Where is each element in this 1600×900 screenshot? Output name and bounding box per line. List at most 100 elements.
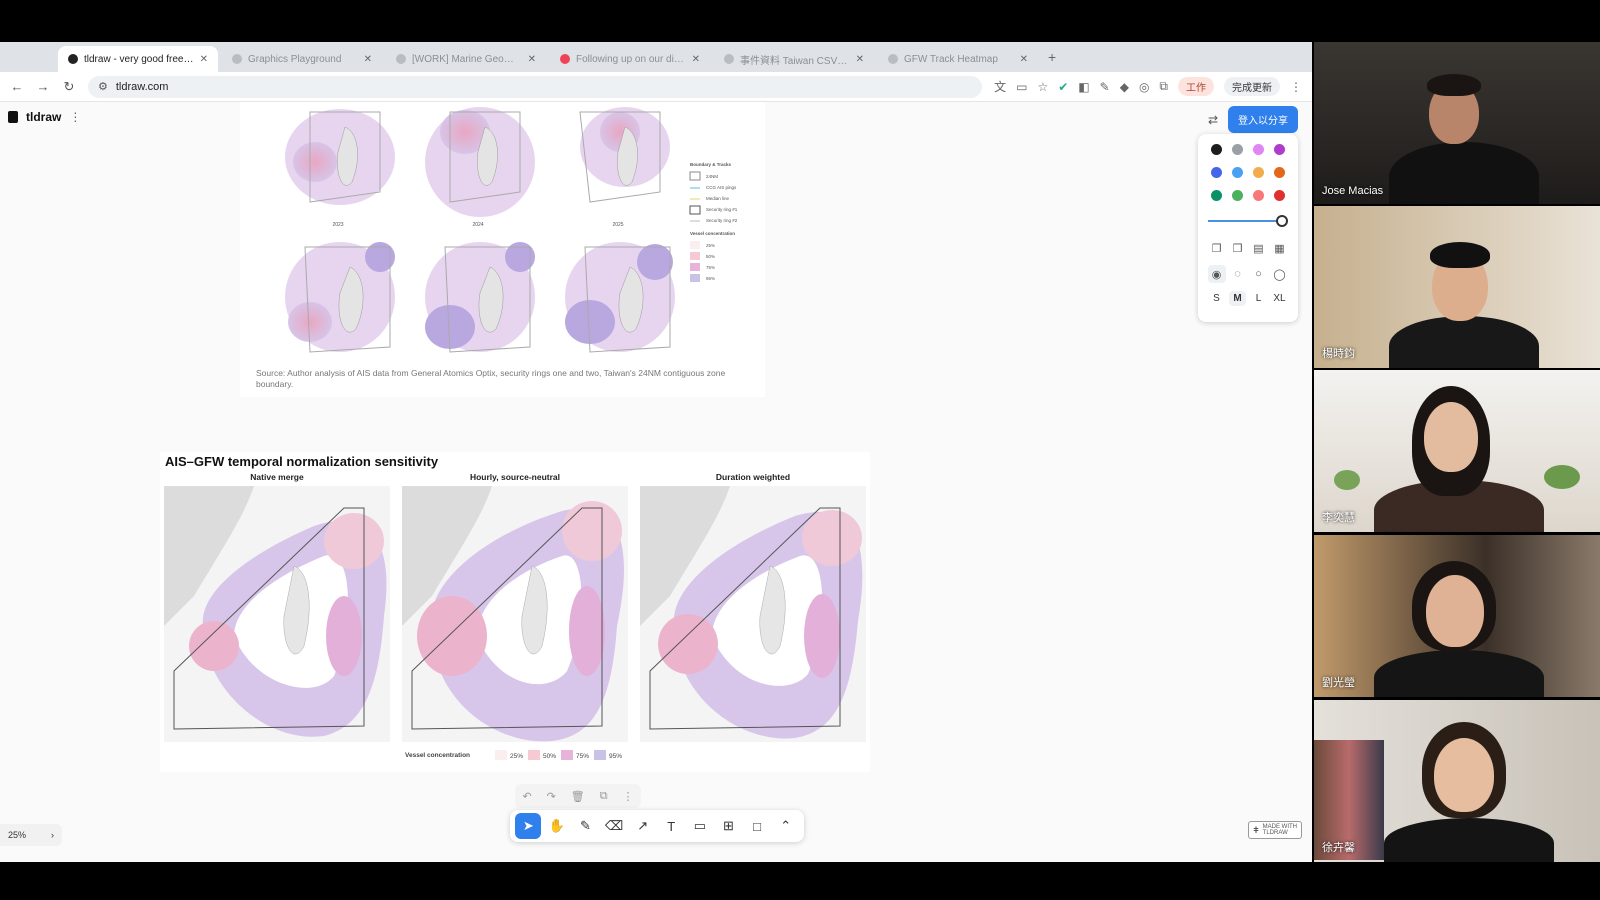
hand-tool-icon[interactable]: ✋ — [544, 813, 570, 839]
fill-solid-icon[interactable]: ▤ — [1250, 239, 1268, 257]
more-icon[interactable]: ⋮ — [69, 110, 81, 124]
fill-semi-icon[interactable]: ❒ — [1229, 239, 1247, 257]
person-silhouette — [1389, 142, 1539, 204]
color-swatch[interactable] — [1232, 167, 1243, 178]
fill-none-icon[interactable]: ❐ — [1208, 239, 1226, 257]
quick-actions: ↶ ↷ 🗑 ⧉ ⋮ — [515, 784, 641, 808]
extension-icon[interactable]: ◧ — [1078, 80, 1089, 94]
rectangle-tool-icon[interactable]: □ — [744, 813, 770, 839]
color-swatch[interactable] — [1232, 144, 1243, 155]
close-icon[interactable]: ✕ — [692, 54, 700, 65]
puzzle-icon[interactable]: ⧉ — [1159, 79, 1168, 94]
video-tile[interactable]: 楊時鈞 — [1314, 206, 1600, 368]
url-field[interactable]: ⚙ tldraw.com — [88, 75, 983, 98]
update-button[interactable]: 完成更新 — [1224, 77, 1280, 96]
dash-dotted-icon[interactable]: ○ — [1250, 265, 1268, 283]
color-swatch[interactable] — [1211, 144, 1222, 155]
draw-tool-icon[interactable]: ✎ — [572, 813, 598, 839]
more-icon[interactable]: ⋮ — [622, 790, 633, 803]
eraser-tool-icon[interactable]: ⌫ — [601, 813, 627, 839]
trash-icon[interactable]: 🗑 — [571, 790, 585, 803]
color-swatch[interactable] — [1211, 167, 1222, 178]
tab-graphics[interactable]: Graphics Playground ✕ — [222, 46, 382, 72]
color-swatch[interactable] — [1274, 167, 1285, 178]
year-label: 2024 — [472, 222, 483, 228]
map-panel — [640, 486, 866, 742]
dash-dashed-icon[interactable]: ◌ — [1229, 265, 1247, 283]
share-icon[interactable]: ⇄ — [1208, 113, 1218, 127]
forward-icon[interactable]: → — [36, 79, 50, 94]
video-tile[interactable]: 李奕慧 — [1314, 370, 1600, 532]
color-swatch[interactable] — [1274, 144, 1285, 155]
year-label: 2025 — [612, 222, 623, 228]
color-swatch[interactable] — [1253, 190, 1264, 201]
tldraw-logo-icon — [8, 111, 18, 123]
share-button[interactable]: 登入以分享 — [1228, 106, 1298, 133]
pasted-figure-yearly-maps[interactable]: 2023 2024 2025 Boundary & Tracks 24NM CC… — [240, 102, 765, 397]
made-with-tldraw-badge[interactable]: ǂ MADE WITH TLDRAW — [1248, 821, 1302, 839]
select-tool-icon[interactable]: ➤ — [515, 813, 542, 839]
tab-tldraw[interactable]: tldraw - very good free whiteboard✕ — [58, 46, 218, 72]
chevron-up-icon[interactable]: ⌃ — [773, 813, 799, 839]
slider-knob[interactable] — [1276, 215, 1288, 227]
note-tool-icon[interactable]: ▭ — [687, 813, 713, 839]
svg-text:75%: 75% — [706, 265, 715, 270]
color-swatch[interactable] — [1211, 190, 1222, 201]
redo-icon[interactable]: ↷ — [547, 790, 556, 803]
menu-icon[interactable]: ⋮ — [1290, 80, 1302, 94]
cast-icon[interactable]: ▭ — [1016, 80, 1027, 94]
chevron-right-icon[interactable]: › — [51, 830, 54, 840]
text-tool-icon[interactable]: T — [658, 813, 684, 839]
undo-icon[interactable]: ↶ — [522, 790, 531, 803]
color-swatch[interactable] — [1274, 190, 1285, 201]
tab-mail[interactable]: Following up on our discussion✕ — [550, 46, 710, 72]
fill-pattern-icon[interactable]: ▦ — [1271, 239, 1289, 257]
person-silhouette — [1424, 402, 1478, 472]
color-swatch[interactable] — [1232, 190, 1243, 201]
size-l[interactable]: L — [1252, 291, 1266, 306]
main-menu[interactable]: tldraw ⋮ — [8, 110, 81, 124]
video-tile[interactable]: Jose Macias — [1314, 42, 1600, 204]
participant-name: 李奕慧 — [1322, 512, 1355, 524]
pasted-figure-sensitivity[interactable]: AIS–GFW temporal normalization sensitivi… — [160, 452, 870, 772]
video-tile[interactable]: 徐卉馨 — [1314, 700, 1600, 862]
extension-icon[interactable]: ◆ — [1120, 80, 1129, 94]
size-s[interactable]: S — [1209, 291, 1224, 306]
tldraw-canvas[interactable]: tldraw ⋮ ⇄ 登入以分享 ❐ ❒ ▤ ▦ ◉ ◌ ○ ◯ S M L XL — [0, 102, 1312, 862]
person-silhouette — [1374, 650, 1544, 697]
color-swatch[interactable] — [1253, 167, 1264, 178]
zoom-menu[interactable]: 25% › — [0, 824, 62, 846]
opacity-slider[interactable] — [1206, 211, 1290, 231]
fill-options: ❐ ❒ ▤ ▦ — [1206, 239, 1290, 257]
size-m[interactable]: M — [1229, 291, 1246, 306]
size-xl[interactable]: XL — [1269, 291, 1289, 306]
close-icon[interactable]: ✕ — [1020, 54, 1028, 65]
tldraw-logo-icon: ǂ — [1253, 825, 1259, 835]
back-icon[interactable]: ← — [10, 79, 24, 94]
asset-tool-icon[interactable]: ⊞ — [715, 813, 741, 839]
close-icon[interactable]: ✕ — [364, 54, 372, 65]
tab-csv[interactable]: 事件資料 Taiwan CSV 02 ✕ — [714, 46, 874, 72]
toolbar: ➤ ✋ ✎ ⌫ ↗ T ▭ ⊞ □ ⌃ — [510, 810, 804, 842]
translate-icon[interactable]: 文 — [994, 78, 1006, 95]
reload-icon[interactable]: ↻ — [62, 79, 76, 95]
extension-icon[interactable]: ✎ — [1100, 80, 1110, 94]
profile-button[interactable]: 工作 — [1178, 77, 1214, 96]
dash-draw-icon[interactable]: ◉ — [1207, 265, 1226, 283]
tab-marine[interactable]: [WORK] Marine Geometry ✕ — [386, 46, 546, 72]
duplicate-icon[interactable]: ⧉ — [600, 790, 608, 803]
extension-icon[interactable]: ✔ — [1058, 80, 1068, 94]
extension-icon[interactable]: ◎ — [1139, 80, 1149, 94]
new-tab-button[interactable]: + — [1042, 49, 1062, 65]
svg-text:95%: 95% — [609, 753, 622, 760]
star-icon[interactable]: ☆ — [1037, 80, 1048, 94]
close-icon[interactable]: ✕ — [200, 54, 208, 65]
video-tile[interactable]: 劉光瑩 — [1314, 535, 1600, 697]
color-swatch[interactable] — [1253, 144, 1264, 155]
close-icon[interactable]: ✕ — [528, 54, 536, 65]
dash-solid-icon[interactable]: ◯ — [1271, 265, 1289, 283]
site-info-icon[interactable]: ⚙ — [98, 80, 108, 93]
arrow-tool-icon[interactable]: ↗ — [630, 813, 656, 839]
close-icon[interactable]: ✕ — [856, 54, 864, 65]
tab-gfw[interactable]: GFW Track Heatmap ✕ — [878, 46, 1038, 72]
